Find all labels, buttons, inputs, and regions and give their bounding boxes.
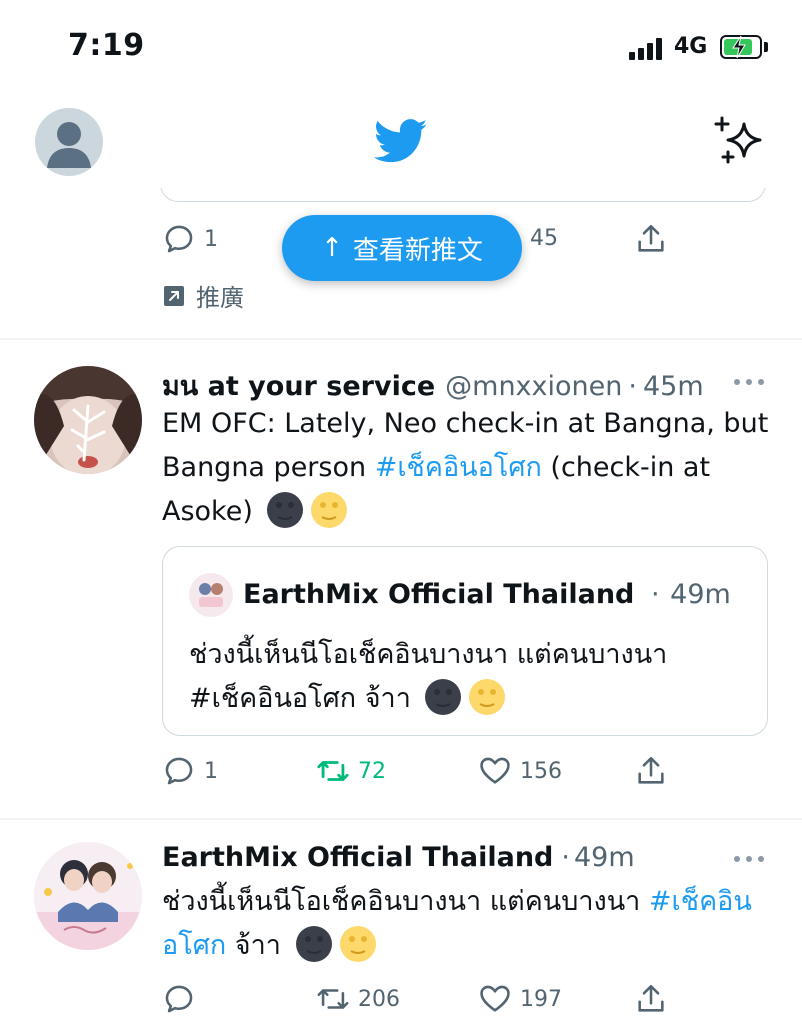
tweet-text: EM OFC: Lately, Neo check-in at Bangna, … — [162, 402, 772, 534]
heart-icon — [480, 985, 510, 1012]
reply-count: 1 — [204, 758, 218, 784]
tweet-text: ช่วงนี้เห็นนีโอเช็คอินบางนา แต่คนบางนา #… — [162, 880, 772, 968]
share-icon — [638, 224, 664, 252]
like-count: 197 — [520, 986, 562, 1012]
tweet-avatar[interactable] — [34, 366, 142, 474]
tweet-text-body: ช่วงนี้เห็นนีโอเช็คอินบางนา แต่คนบางนา — [162, 886, 649, 917]
like-button[interactable]: 156 — [478, 754, 562, 788]
full-moon-face-emoji-icon — [469, 679, 506, 715]
dot-separator: · — [628, 371, 637, 402]
reply-icon — [165, 225, 193, 253]
tweet-avatar[interactable] — [34, 842, 142, 950]
tweet-header: EarthMix Official Thailand · 49m — [162, 842, 635, 873]
signal-icon — [629, 38, 665, 60]
more-options-icon[interactable] — [734, 377, 766, 387]
tweet-text-tail: จ้าา — [226, 930, 281, 961]
heart-icon — [480, 757, 510, 784]
reply-button[interactable]: 1 — [162, 222, 218, 256]
promoted-label: 推廣 — [162, 278, 244, 313]
timestamp[interactable]: 49m — [574, 842, 635, 873]
battery-tip — [764, 42, 768, 52]
quote-header: EarthMix Official Thailand · 49m — [243, 579, 731, 610]
retweet-icon — [317, 989, 349, 1009]
share-icon — [638, 756, 664, 784]
new-moon-emoji-icon — [267, 492, 304, 528]
tweet-header: มน at your service @mnxxionen · 45m — [162, 364, 704, 407]
share-button[interactable] — [634, 982, 668, 1016]
arrow-up-icon: ↑ — [321, 233, 343, 263]
network-label: 4G — [674, 34, 708, 59]
share-button[interactable] — [634, 222, 668, 256]
like-button[interactable]: 197 — [478, 982, 562, 1016]
like-count: 156 — [520, 758, 562, 784]
like-count: 45 — [530, 226, 558, 251]
full-moon-face-emoji-icon — [311, 492, 348, 528]
app-header — [0, 100, 802, 188]
quote-text-tail: จ้าา — [356, 683, 411, 714]
timestamp[interactable]: 45m — [643, 371, 704, 402]
promoted-icon — [164, 285, 184, 306]
new-moon-emoji-icon — [425, 679, 462, 715]
reply-button[interactable] — [162, 982, 204, 1016]
status-bar: 7:19 4G — [0, 0, 802, 100]
handle[interactable]: @mnxxionen — [445, 371, 622, 402]
new-moon-emoji-icon — [295, 926, 332, 962]
twitter-bird-icon[interactable] — [370, 114, 432, 168]
share-button[interactable] — [634, 754, 668, 788]
hashtag-link[interactable]: #เช็คอินอโศก — [375, 452, 542, 483]
default-avatar-icon[interactable] — [35, 108, 103, 176]
display-name[interactable]: EarthMix Official Thailand — [162, 842, 553, 873]
sparkle-icon[interactable] — [714, 116, 770, 168]
like-count-partial[interactable]: 45 — [530, 226, 558, 251]
retweet-count: 72 — [358, 758, 386, 784]
dot-separator: · — [561, 842, 570, 873]
full-moon-face-emoji-icon — [339, 926, 376, 962]
reply-icon — [165, 757, 193, 785]
retweet-button[interactable]: 72 — [316, 754, 386, 788]
divider — [0, 818, 802, 820]
reply-count: 1 — [204, 226, 218, 252]
dot-separator: · — [650, 579, 660, 610]
charging-bolt-icon — [732, 35, 746, 59]
reply-button[interactable]: 1 — [162, 754, 218, 788]
new-tweets-label: 查看新推文 — [352, 235, 483, 266]
new-tweets-button[interactable]: ↑ 查看新推文 — [282, 215, 522, 281]
retweet-button[interactable]: 206 — [316, 982, 400, 1016]
more-options-icon[interactable] — [734, 854, 766, 864]
quote-timestamp: 49m — [670, 579, 731, 610]
share-icon — [638, 984, 664, 1012]
retweet-count: 206 — [358, 986, 400, 1012]
quote-tweet-card[interactable]: EarthMix Official Thailand · 49m ช่วงนี้… — [162, 546, 768, 736]
status-time: 7:19 — [68, 28, 145, 63]
quote-text: ช่วงนี้เห็นนีโอเช็คอินบางนา แต่คนบางนา #… — [189, 633, 749, 721]
promoted-text: 推廣 — [196, 284, 244, 312]
quote-text-body: ช่วงนี้เห็นนีโอเช็คอินบางนา แต่คนบางนา — [189, 639, 668, 670]
display-name[interactable]: มน at your service — [162, 364, 435, 407]
quote-display-name: EarthMix Official Thailand — [243, 579, 635, 610]
quote-hashtag: #เช็คอินอโศก — [189, 683, 357, 714]
reply-icon — [165, 985, 193, 1013]
quote-avatar — [189, 573, 233, 617]
divider — [0, 338, 802, 340]
retweet-icon — [317, 761, 349, 781]
